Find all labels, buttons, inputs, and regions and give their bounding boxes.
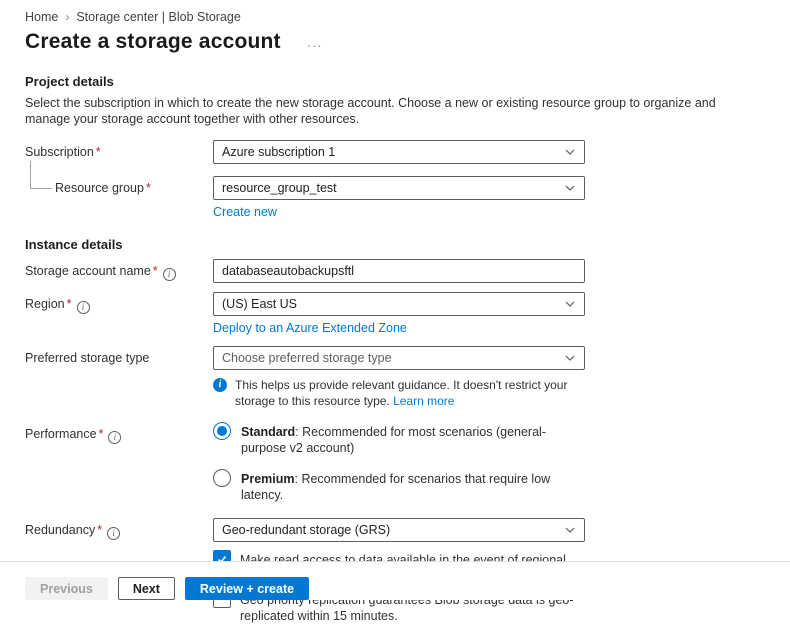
chevron-down-icon bbox=[564, 182, 576, 194]
resource-group-value: resource_group_test bbox=[222, 181, 337, 195]
redundancy-value: Geo-redundant storage (GRS) bbox=[222, 523, 390, 537]
breadcrumb-home-link[interactable]: Home bbox=[25, 10, 58, 24]
performance-premium-text: Premium: Recommended for scenarios that … bbox=[241, 469, 585, 503]
subscription-value: Azure subscription 1 bbox=[222, 145, 335, 159]
radio-checked-icon bbox=[213, 422, 231, 440]
preferred-storage-type-label: Preferred storage type bbox=[25, 346, 213, 365]
create-storage-account-page: Home › Storage center | Blob Storage Cre… bbox=[0, 0, 790, 624]
region-label-text: Region bbox=[25, 297, 65, 311]
project-details-description: Select the subscription in which to crea… bbox=[25, 96, 761, 127]
chevron-down-icon bbox=[564, 352, 576, 364]
preferred-storage-type-row: Preferred storage type Choose preferred … bbox=[25, 346, 765, 409]
chevron-down-icon bbox=[564, 146, 576, 158]
performance-standard-name: Standard bbox=[241, 425, 295, 439]
required-marker: * bbox=[153, 264, 158, 278]
subscription-dropdown[interactable]: Azure subscription 1 bbox=[213, 140, 585, 164]
page-title: Create a storage account bbox=[25, 30, 281, 54]
region-dropdown[interactable]: (US) East US bbox=[213, 292, 585, 316]
info-icon[interactable]: i bbox=[107, 527, 120, 540]
region-value: (US) East US bbox=[222, 297, 297, 311]
subscription-label: Subscription* bbox=[25, 140, 213, 159]
performance-label: Performance* i bbox=[25, 422, 213, 444]
required-marker: * bbox=[67, 297, 72, 311]
performance-premium-name: Premium bbox=[241, 472, 295, 486]
region-label: Region* i bbox=[25, 292, 213, 314]
wizard-footer: Previous Next Review + create bbox=[0, 561, 790, 600]
breadcrumb-storage-center-link[interactable]: Storage center | Blob Storage bbox=[76, 10, 240, 24]
info-icon[interactable]: i bbox=[163, 268, 176, 281]
resource-group-label: Resource group* bbox=[25, 176, 213, 195]
performance-standard-text: Standard: Recommended for most scenarios… bbox=[241, 422, 585, 456]
info-icon[interactable]: i bbox=[108, 431, 121, 444]
required-marker: * bbox=[146, 181, 151, 195]
project-details-heading: Project details bbox=[25, 74, 765, 89]
deploy-extended-zone-link[interactable]: Deploy to an Azure Extended Zone bbox=[213, 321, 407, 335]
breadcrumb-separator-icon: › bbox=[65, 10, 69, 24]
required-marker: * bbox=[99, 427, 104, 441]
subscription-label-text: Subscription bbox=[25, 145, 94, 159]
redundancy-dropdown[interactable]: Geo-redundant storage (GRS) bbox=[213, 518, 585, 542]
region-row: Region* i (US) East US Deploy to an Azure… bbox=[25, 292, 765, 335]
preferred-storage-type-label-text: Preferred storage type bbox=[25, 351, 149, 365]
review-create-button[interactable]: Review + create bbox=[185, 577, 309, 600]
storage-account-name-input[interactable] bbox=[213, 259, 585, 283]
resource-group-dropdown[interactable]: resource_group_test bbox=[213, 176, 585, 200]
info-icon[interactable]: i bbox=[77, 301, 90, 314]
redundancy-label-text: Redundancy bbox=[25, 523, 95, 537]
create-new-resource-group-link[interactable]: Create new bbox=[213, 205, 277, 219]
resource-group-row: Resource group* resource_group_test Crea… bbox=[25, 176, 765, 219]
storage-account-name-label: Storage account name* i bbox=[25, 259, 213, 281]
performance-row: Performance* i Standard: Recommended for … bbox=[25, 422, 765, 503]
instance-details-heading: Instance details bbox=[25, 237, 765, 252]
performance-standard-radio[interactable]: Standard: Recommended for most scenarios… bbox=[213, 422, 585, 456]
redundancy-label: Redundancy* i bbox=[25, 518, 213, 540]
hierarchy-connector-line bbox=[30, 161, 52, 189]
info-note-text: This helps us provide relevant guidance.… bbox=[235, 377, 585, 409]
info-filled-icon: i bbox=[213, 378, 227, 392]
chevron-down-icon bbox=[564, 298, 576, 310]
more-options-icon[interactable]: ··· bbox=[307, 33, 323, 52]
storage-account-name-label-text: Storage account name bbox=[25, 264, 151, 278]
storage-account-name-row: Storage account name* i bbox=[25, 259, 765, 283]
title-row: Create a storage account ··· bbox=[25, 30, 765, 54]
next-button[interactable]: Next bbox=[118, 577, 175, 600]
performance-premium-radio[interactable]: Premium: Recommended for scenarios that … bbox=[213, 469, 585, 503]
breadcrumb: Home › Storage center | Blob Storage bbox=[25, 10, 765, 24]
preferred-storage-type-placeholder: Choose preferred storage type bbox=[222, 351, 392, 365]
resource-group-label-text: Resource group bbox=[55, 181, 144, 195]
preferred-storage-type-dropdown[interactable]: Choose preferred storage type bbox=[213, 346, 585, 370]
chevron-down-icon bbox=[564, 524, 576, 536]
radio-unchecked-icon bbox=[213, 469, 231, 487]
learn-more-link[interactable]: Learn more bbox=[393, 394, 454, 408]
subscription-row: Subscription* Azure subscription 1 bbox=[25, 140, 765, 164]
required-marker: * bbox=[97, 523, 102, 537]
preferred-storage-type-info-note: i This helps us provide relevant guidanc… bbox=[213, 377, 585, 409]
required-marker: * bbox=[96, 145, 101, 159]
previous-button[interactable]: Previous bbox=[25, 577, 108, 600]
performance-label-text: Performance bbox=[25, 427, 97, 441]
